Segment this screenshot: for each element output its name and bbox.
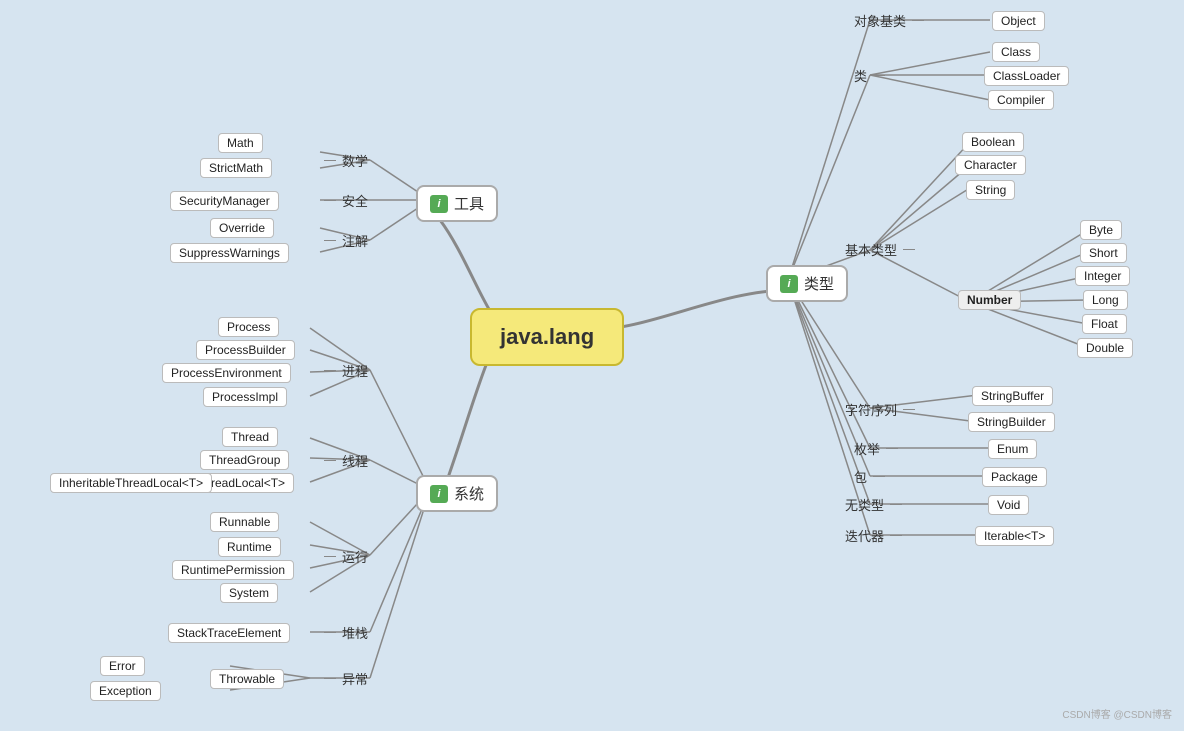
leaf-runtimepermission: RuntimePermission xyxy=(172,560,294,580)
branch-exception: 异常 xyxy=(322,669,368,688)
leaf-string: String xyxy=(966,180,1015,200)
center-label: java.lang xyxy=(500,324,594,350)
leaf-character: Character xyxy=(955,155,1026,175)
center-node: java.lang xyxy=(470,308,624,366)
branch-run: 运行 xyxy=(322,547,368,566)
leaf-package: Package xyxy=(982,467,1047,487)
leaf-processbuilder: ProcessBuilder xyxy=(196,340,295,360)
leaf-integer: Integer xyxy=(1075,266,1130,286)
branch-process: 进程 xyxy=(322,361,368,380)
branch-class: 类 xyxy=(854,66,887,85)
branch-basictype: 基本类型 xyxy=(845,240,917,259)
system-icon: i xyxy=(430,485,448,503)
branch-stack: 堆栈 xyxy=(322,623,368,642)
cat-tools: i 工具 xyxy=(416,185,498,222)
leaf-error: Error xyxy=(100,656,145,676)
leaf-enum: Enum xyxy=(988,439,1037,459)
leaf-thread: Thread xyxy=(222,427,278,447)
cat-types-label: 类型 xyxy=(804,273,834,294)
subbranch-number: Number xyxy=(958,290,1021,310)
leaf-void: Void xyxy=(988,495,1029,515)
leaf-runnable: Runnable xyxy=(210,512,279,532)
types-icon: i xyxy=(780,275,798,293)
branch-security: 安全 xyxy=(322,191,368,210)
leaf-strictmath: StrictMath xyxy=(200,158,272,178)
leaf-classloader: ClassLoader xyxy=(984,66,1069,86)
branch-package: 包 xyxy=(854,467,887,486)
branch-enum: 枚举 xyxy=(854,439,900,458)
leaf-stacktraceelement: StackTraceElement xyxy=(168,623,290,643)
cat-tools-label: 工具 xyxy=(454,193,484,214)
leaf-long: Long xyxy=(1083,290,1128,310)
leaf-short: Short xyxy=(1080,243,1127,263)
leaf-securitymanager: SecurityManager xyxy=(170,191,279,211)
watermark: CSDN博客 @CSDN博客 xyxy=(1062,706,1172,721)
branch-math: 数学 xyxy=(322,151,368,170)
leaf-compiler: Compiler xyxy=(988,90,1054,110)
leaf-iterable: Iterable<T> xyxy=(975,526,1054,546)
leaf-stringbuilder: StringBuilder xyxy=(968,412,1055,432)
leaf-class: Class xyxy=(992,42,1040,62)
branch-iterator: 迭代器 xyxy=(845,526,904,545)
leaf-object: Object xyxy=(992,11,1045,31)
leaf-processimpl: ProcessImpl xyxy=(203,387,287,407)
branch-stringseq: 字符序列 xyxy=(845,400,917,419)
leaf-exception: Exception xyxy=(90,681,161,701)
cat-types: i 类型 xyxy=(766,265,848,302)
branch-voidtype: 无类型 xyxy=(845,495,904,514)
cat-system-label: 系统 xyxy=(454,483,484,504)
leaf-system: System xyxy=(220,583,278,603)
leaf-byte: Byte xyxy=(1080,220,1122,240)
leaf-runtime: Runtime xyxy=(218,537,281,557)
leaf-suppresswarnings: SuppressWarnings xyxy=(170,243,289,263)
branch-annotation: 注解 xyxy=(322,231,368,250)
leaf-float: Float xyxy=(1082,314,1127,334)
leaf-double: Double xyxy=(1077,338,1133,358)
leaf-math: Math xyxy=(218,133,263,153)
leaf-processenvironment: ProcessEnvironment xyxy=(162,363,291,383)
leaf-inheritablethreadlocal: InheritableThreadLocal<T> xyxy=(50,473,212,493)
leaf-stringbuffer: StringBuffer xyxy=(972,386,1053,406)
leaf-process: Process xyxy=(218,317,279,337)
leaf-boolean: Boolean xyxy=(962,132,1024,152)
leaf-throwable: Throwable xyxy=(210,669,284,689)
cat-system: i 系统 xyxy=(416,475,498,512)
branch-objectbase: 对象基类 xyxy=(854,11,926,30)
branch-thread: 线程 xyxy=(322,451,368,470)
leaf-threadgroup: ThreadGroup xyxy=(200,450,289,470)
leaf-override: Override xyxy=(210,218,274,238)
tools-icon: i xyxy=(430,195,448,213)
